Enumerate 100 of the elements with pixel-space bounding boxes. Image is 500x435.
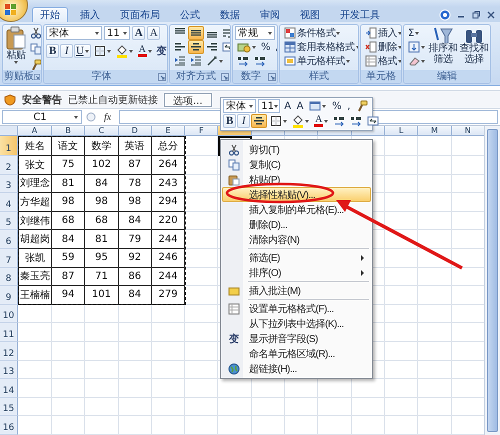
menu-item[interactable]: 设置单元格格式(F)...	[222, 301, 371, 316]
table-cell: 98	[52, 193, 86, 212]
table-cell: 86	[118, 268, 152, 286]
bold-button[interactable]: B	[223, 114, 236, 128]
shrink-font-button[interactable]: A	[147, 26, 160, 40]
menu-item[interactable]: 筛选(E)	[222, 250, 371, 265]
column-header[interactable]: B	[52, 126, 86, 136]
table-cell: 98	[118, 193, 152, 212]
grow-font-button[interactable]: A	[282, 99, 293, 113]
row-header[interactable]: 1	[0, 136, 18, 156]
table-cell: 71	[85, 268, 119, 286]
font-color-button[interactable]: A	[312, 114, 330, 128]
row-header[interactable]: 7	[0, 248, 18, 268]
ribbon-tab[interactable]: 视图	[292, 7, 328, 22]
font-name-field[interactable]: 宋体	[46, 26, 102, 40]
row-header[interactable]: 9	[0, 286, 18, 305]
menu-item[interactable]: 超链接(H)...	[222, 361, 371, 376]
font-color-button[interactable]: A	[136, 44, 154, 58]
italic-button[interactable]: I	[60, 44, 73, 58]
grow-font-button[interactable]: A	[132, 26, 145, 40]
ribbon-tab[interactable]: 插入	[72, 7, 108, 22]
menu-item[interactable]: 变 显示拼音字段(S)	[222, 331, 371, 346]
table-cell: 姓名	[18, 136, 52, 156]
row-header[interactable]: 4	[0, 193, 18, 212]
ribbon-tab[interactable]: 页面布局	[112, 7, 168, 22]
font-name-field[interactable]: 宋体	[223, 99, 256, 113]
sort-filter-button[interactable]: 排序和筛选	[428, 26, 458, 65]
menu-item[interactable]: 排序(O)	[222, 265, 371, 280]
name-box[interactable]: C1	[2, 110, 82, 124]
column-header[interactable]: N	[452, 126, 484, 136]
menu-item[interactable]: 清除内容(N)	[222, 232, 371, 247]
ribbon-tab[interactable]: 开始	[32, 7, 68, 22]
table-cell: 刘继伟	[18, 212, 52, 230]
table-cell: 68	[52, 212, 86, 230]
row-header[interactable]: 10	[0, 304, 18, 324]
phonetic-icon: 变	[229, 332, 239, 346]
security-warning-title: 安全警告	[22, 93, 62, 106]
table-cell: 张凯	[18, 248, 52, 268]
row-header[interactable]: 14	[0, 379, 18, 398]
insert-function-button[interactable]: fx	[100, 112, 116, 122]
table-cell: 王楠楠	[18, 286, 52, 305]
table-cell: 总分	[152, 136, 186, 156]
font-size-field[interactable]: 11	[258, 99, 280, 113]
ribbon-tab[interactable]: 公式	[172, 7, 208, 22]
table-cell: 102	[85, 156, 119, 175]
autosum-button[interactable]: Σ	[406, 26, 427, 40]
ribbon-tab[interactable]: 审阅	[252, 7, 288, 22]
row-header[interactable]: 12	[0, 342, 18, 361]
menu-item[interactable]: 删除(D)...	[222, 217, 371, 232]
comma-button[interactable]: ,	[345, 99, 352, 113]
column-header[interactable]: C	[85, 126, 119, 136]
find-select-button[interactable]: 查找和选择	[459, 26, 489, 65]
number-format-field[interactable]: 常规	[235, 26, 275, 40]
menu-item[interactable]: 复制(C)	[222, 157, 371, 172]
row-header[interactable]: 13	[0, 360, 18, 380]
options-button[interactable]: 选项...	[164, 92, 212, 106]
group-label: 编辑	[436, 70, 458, 82]
column-header[interactable]: E	[152, 126, 186, 136]
group-label: 样式	[308, 70, 330, 82]
menu-item[interactable]: 从下拉列表中选择(K)...	[222, 316, 371, 331]
bold-button[interactable]: B	[46, 44, 59, 58]
column-header[interactable]: F	[185, 126, 218, 136]
row-header[interactable]: 8	[0, 268, 18, 286]
percent-button[interactable]: %	[259, 40, 272, 54]
column-header[interactable]: A	[18, 126, 52, 136]
italic-button[interactable]: I	[237, 114, 250, 128]
table-cell: 94	[52, 286, 86, 305]
column-header[interactable]: L	[384, 126, 418, 136]
comma-button[interactable]: ,	[273, 40, 277, 54]
row-header[interactable]: 11	[0, 323, 18, 342]
ribbon-tab[interactable]: 开发工具	[332, 7, 388, 22]
row-header[interactable]: 2	[0, 156, 18, 175]
ribbon-tab[interactable]: 数据	[212, 7, 248, 22]
row-header[interactable]: 3	[0, 174, 18, 194]
paste-button[interactable]: 粘贴	[5, 26, 27, 64]
table-cell: 张文	[18, 156, 52, 175]
row-header[interactable]: 15	[0, 398, 18, 416]
underline-button[interactable]: U	[74, 44, 91, 58]
table-cell: 279	[152, 286, 186, 305]
column-header[interactable]: M	[418, 126, 452, 136]
group-label: 对齐方式	[175, 70, 217, 82]
percent-button[interactable]: %	[330, 99, 344, 113]
row-header[interactable]: 6	[0, 230, 18, 249]
row-header[interactable]: 16	[0, 416, 18, 435]
column-header[interactable]: D	[118, 126, 152, 136]
group-label: 单元格	[365, 70, 397, 82]
menu-item[interactable]: 插入复制的单元格(E)...	[222, 202, 371, 217]
menu-item[interactable]: 插入批注(M)	[222, 283, 371, 298]
table-cell: 92	[118, 248, 152, 268]
table-cell: 98	[85, 193, 119, 212]
row-header[interactable]: 5	[0, 212, 18, 230]
menu-item[interactable]: 命名单元格区域(R)...	[222, 346, 371, 361]
table-cell: 语文	[52, 136, 86, 156]
font-size-field[interactable]: 11	[104, 26, 130, 40]
table-cell: 84	[118, 286, 152, 305]
shrink-font-button[interactable]: A	[294, 99, 306, 113]
table-cell: 244	[152, 230, 186, 249]
menu-item[interactable]: 剪切(T)	[222, 142, 371, 157]
table-cell: 244	[152, 268, 186, 286]
table-cell: 95	[85, 248, 119, 268]
